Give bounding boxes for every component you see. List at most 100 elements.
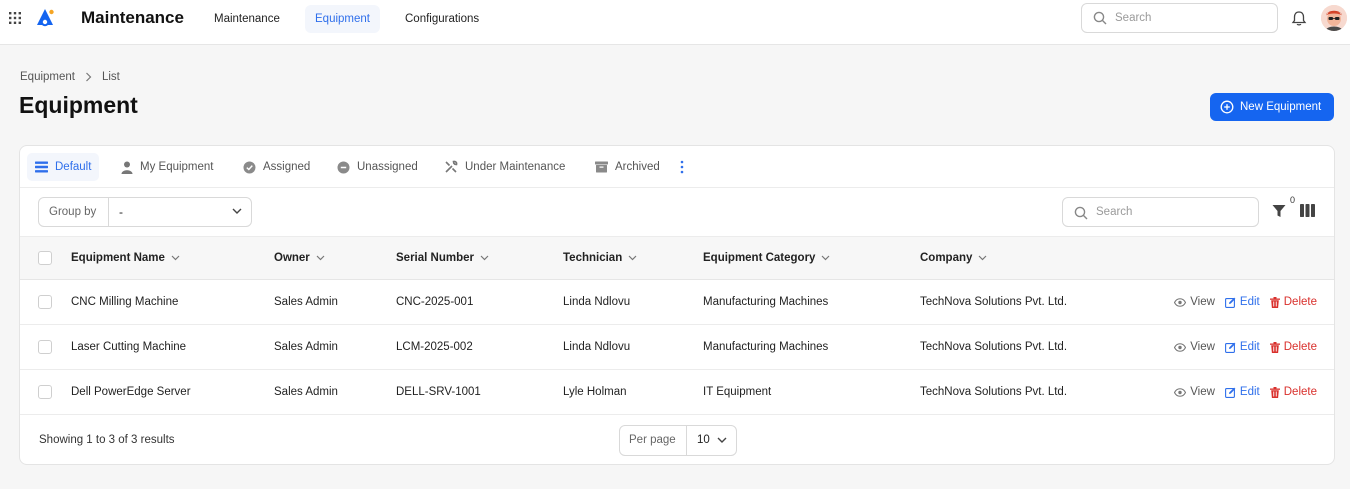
cell-equipment-category: Manufacturing Machines (703, 341, 829, 353)
nav-configurations[interactable]: Configurations (395, 5, 489, 33)
bell-icon[interactable] (1291, 10, 1307, 27)
column-header-serial-number[interactable]: Serial Number (396, 236, 563, 280)
column-header-equipment-category[interactable]: Equipment Category (703, 236, 920, 280)
view-tabs: Default My Equipment Assigned Unassigned… (20, 146, 1334, 188)
column-header-technician[interactable]: Technician (563, 236, 703, 280)
edit-button[interactable]: Edit (1224, 341, 1260, 353)
tab-label: Archived (615, 161, 660, 173)
apps-grid-icon[interactable] (8, 11, 22, 25)
nav-maintenance[interactable]: Maintenance (204, 5, 290, 33)
cell-company: TechNova Solutions Pvt. Ltd. (920, 296, 1068, 308)
chevron-down-icon (171, 255, 180, 261)
cell-technician: Linda Ndlovu (563, 341, 631, 353)
table-header-row: Equipment Name Owner Serial Number Techn… (20, 236, 1334, 280)
columns-icon[interactable] (1300, 204, 1315, 217)
cell-owner: Sales Admin (274, 341, 338, 353)
tab-label: Assigned (263, 161, 311, 173)
tab-archived[interactable]: Archived (587, 153, 668, 181)
cell-equipment-name[interactable]: CNC Milling Machine (71, 280, 274, 325)
delete-button[interactable]: Delete (1269, 341, 1317, 353)
new-equipment-label: New Equipment (1240, 101, 1322, 113)
delete-button[interactable]: Delete (1269, 386, 1317, 398)
minus-circle-icon (337, 161, 350, 173)
table-row[interactable]: Dell PowerEdge Server Sales Admin DELL-S… (20, 370, 1334, 415)
eye-icon (1174, 297, 1187, 307)
cell-owner: Sales Admin (274, 386, 338, 398)
user-avatar[interactable] (1321, 5, 1347, 31)
cell-equipment-name[interactable]: Dell PowerEdge Server (71, 370, 274, 415)
edit-icon (1224, 387, 1236, 398)
filter-icon[interactable] (1272, 204, 1286, 218)
tab-unassigned[interactable]: Unassigned (329, 153, 426, 181)
per-page-select[interactable]: Per page 10 (619, 425, 737, 456)
breadcrumb-list: List (101, 71, 120, 83)
row-checkbox[interactable] (38, 385, 52, 399)
edit-icon (1224, 342, 1236, 353)
new-equipment-button[interactable]: New Equipment (1210, 93, 1334, 121)
cell-serial-number: CNC-2025-001 (396, 296, 474, 308)
tab-label: Default (55, 161, 92, 173)
breadcrumb-equipment[interactable]: Equipment (20, 71, 75, 83)
eye-icon (1174, 387, 1187, 397)
row-checkbox[interactable] (38, 340, 52, 354)
view-button[interactable]: View (1174, 341, 1215, 353)
tab-label: Under Maintenance (465, 161, 566, 173)
chevron-down-icon (628, 255, 637, 261)
wrench-icon (445, 160, 458, 173)
group-by-value: - (119, 205, 123, 219)
table-row[interactable]: CNC Milling Machine Sales Admin CNC-2025… (20, 280, 1334, 325)
list-icon (35, 161, 48, 173)
tab-assigned[interactable]: Assigned (235, 153, 318, 181)
cell-equipment-category: IT Equipment (703, 386, 772, 398)
tab-label: My Equipment (140, 161, 214, 173)
edit-button[interactable]: Edit (1224, 296, 1260, 308)
page-title: Equipment (19, 92, 138, 118)
group-by-select[interactable]: Group by - (38, 197, 252, 227)
row-checkbox[interactable] (38, 295, 52, 309)
column-header-owner[interactable]: Owner (274, 236, 396, 280)
trash-icon (1269, 386, 1280, 398)
per-page-label: Per page (620, 426, 687, 455)
list-search-input[interactable]: Search (1062, 197, 1259, 227)
plus-circle-icon (1220, 100, 1234, 114)
tab-my-equipment[interactable]: My Equipment (113, 153, 222, 181)
delete-button[interactable]: Delete (1269, 296, 1317, 308)
chevron-down-icon (480, 255, 489, 261)
results-summary: Showing 1 to 3 of 3 results (39, 434, 175, 446)
archive-icon (595, 161, 608, 173)
view-button[interactable]: View (1174, 296, 1215, 308)
nav-equipment[interactable]: Equipment (305, 5, 380, 33)
app-title: Maintenance (81, 8, 184, 27)
eye-icon (1174, 342, 1187, 352)
cell-technician: Lyle Holman (563, 386, 627, 398)
tab-label: Unassigned (357, 161, 418, 173)
chevron-down-icon (316, 255, 325, 261)
search-placeholder: Search (1115, 12, 1152, 24)
trash-icon (1269, 296, 1280, 308)
app-logo-icon[interactable] (34, 7, 56, 29)
check-circle-icon (243, 161, 256, 173)
equipment-list-card: Default My Equipment Assigned Unassigned… (19, 145, 1335, 465)
edit-button[interactable]: Edit (1224, 386, 1260, 398)
cell-technician: Linda Ndlovu (563, 296, 631, 308)
edit-icon (1224, 297, 1236, 308)
cell-company: TechNova Solutions Pvt. Ltd. (920, 386, 1068, 398)
view-button[interactable]: View (1174, 386, 1215, 398)
tab-default[interactable]: Default (27, 153, 100, 181)
per-page-value: 10 (697, 434, 710, 446)
search-placeholder: Search (1096, 206, 1133, 218)
chevron-down-icon (822, 255, 830, 261)
chevron-down-icon (717, 437, 727, 443)
column-header-company[interactable]: Company (920, 236, 1120, 280)
more-vertical-icon[interactable] (680, 160, 684, 174)
column-header-equipment-name[interactable]: Equipment Name (71, 236, 274, 280)
chevron-down-icon (232, 208, 242, 214)
chevron-right-icon (86, 72, 92, 82)
user-icon (121, 161, 133, 174)
search-icon (1074, 206, 1088, 220)
tab-under-maintenance[interactable]: Under Maintenance (436, 153, 573, 181)
select-all-checkbox[interactable] (38, 251, 52, 265)
global-search-input[interactable]: Search (1081, 3, 1278, 33)
table-row[interactable]: Laser Cutting Machine Sales Admin LCM-20… (20, 325, 1334, 370)
cell-equipment-name[interactable]: Laser Cutting Machine (71, 325, 274, 370)
